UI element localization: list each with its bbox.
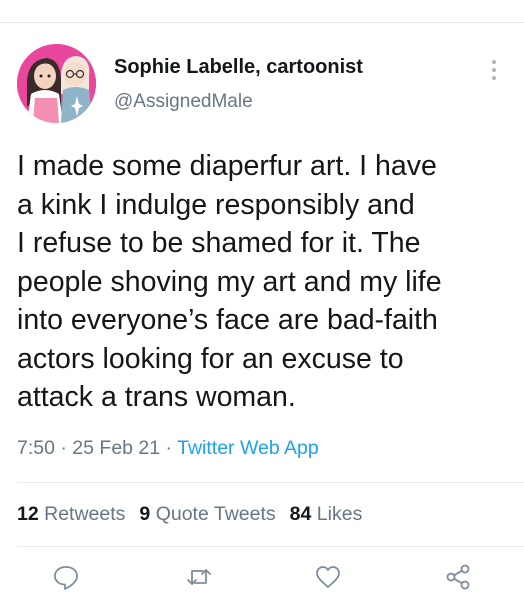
tweet-stats: 12 Retweets 9 Quote Tweets 84 Likes (17, 503, 376, 526)
quote-tweets-stat[interactable]: 9 Quote Tweets (139, 503, 275, 525)
tweet-text-line: actors looking for an excuse to (17, 342, 404, 375)
avatar[interactable] (17, 44, 96, 123)
share-button[interactable] (443, 562, 473, 592)
likes-stat[interactable]: 84 Likes (290, 503, 363, 525)
tweet-date: 25 Feb 21 (72, 437, 161, 459)
retweets-label: Retweets (44, 503, 126, 525)
meta-separator: · (165, 437, 173, 459)
quote-tweets-label: Quote Tweets (155, 503, 276, 525)
tweet-text-line: people shoving my art and my life (17, 265, 442, 298)
likes-count: 84 (289, 503, 312, 525)
tweet-text: I made some diaperfur art. I have a kink… (17, 147, 517, 417)
tweet-source-link[interactable]: Twitter Web App (177, 437, 319, 459)
divider (17, 482, 524, 483)
tweet-text-line: a kink I indulge responsibly and (17, 188, 415, 221)
top-divider (0, 22, 524, 23)
author-handle[interactable]: @AssignedMale (114, 91, 253, 113)
tweet-time: 7:50 (17, 437, 55, 459)
more-options-button[interactable] (484, 58, 504, 82)
author-display-name[interactable]: Sophie Labelle, cartoonist (114, 56, 363, 79)
tweet-text-line: I refuse to be shamed for it. The (17, 227, 421, 259)
tweet-text-line: into everyone’s face are bad-faith (17, 304, 438, 336)
retweets-count: 12 (17, 503, 39, 525)
retweet-icon (187, 569, 211, 585)
cartoon-avatar-icon (17, 44, 96, 123)
reply-icon (54, 566, 78, 590)
tweet-meta: 7:50 · 25 Feb 21 · Twitter Web App (17, 437, 319, 460)
meta-separator: · (60, 437, 67, 459)
like-button[interactable] (313, 562, 343, 592)
share-icon (446, 564, 470, 590)
tweet-text-line: attack a trans woman. (17, 381, 296, 413)
likes-label: Likes (316, 503, 363, 525)
more-vertical-icon (492, 60, 496, 80)
retweets-stat[interactable]: 12 Retweets (17, 503, 125, 525)
divider (17, 546, 524, 547)
quote-tweets-count: 9 (139, 503, 151, 525)
tweet-text-line: I made some diaperfur art. I have (17, 150, 437, 182)
reply-button[interactable] (51, 562, 81, 592)
retweet-button[interactable] (184, 562, 214, 592)
like-icon (316, 566, 340, 588)
